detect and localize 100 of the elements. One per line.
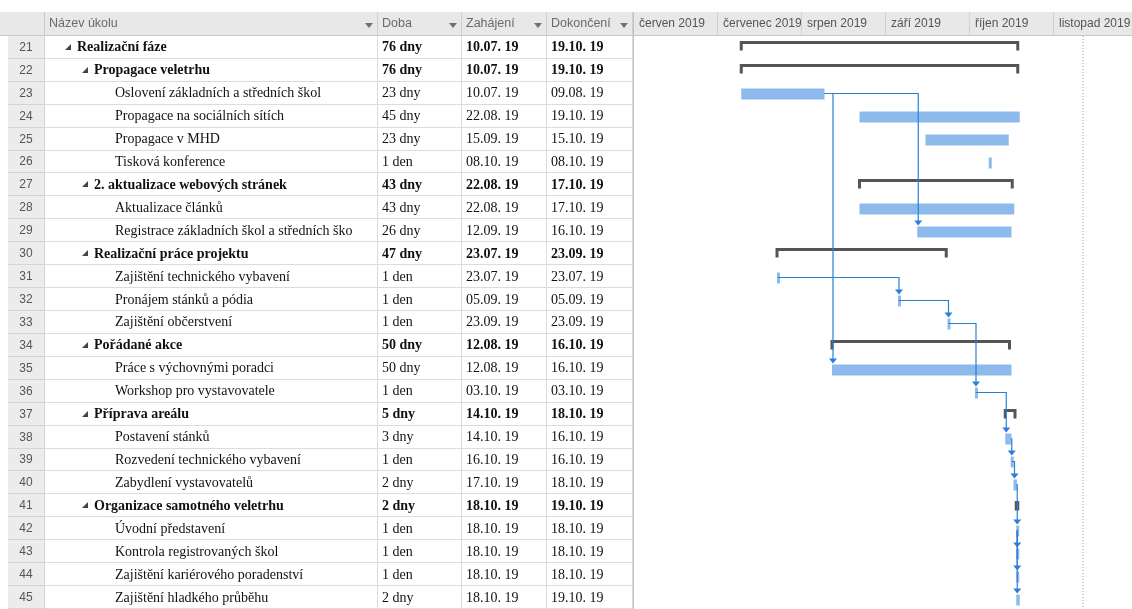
row-number[interactable]: 34 (8, 333, 45, 357)
row-number[interactable]: 28 (8, 196, 45, 220)
row-number[interactable]: 39 (8, 448, 45, 472)
row-number[interactable]: 37 (8, 402, 45, 426)
dependency-arrow (1013, 483, 1022, 525)
task-bar[interactable] (1005, 433, 1012, 445)
task-name: Zajištění kariérového poradenství (115, 565, 304, 584)
task-bar[interactable] (988, 157, 992, 169)
task-bar[interactable] (975, 387, 978, 399)
row-number[interactable]: 36 (8, 379, 45, 403)
duration-cell: 76 dny (378, 58, 462, 82)
task-bar[interactable] (947, 318, 951, 330)
task-name: Propagace v MHD (115, 130, 220, 149)
month-header: listopad 2019 (1054, 12, 1132, 35)
task-bar[interactable] (1016, 525, 1020, 537)
row-number[interactable]: 27 (8, 173, 45, 197)
row-number[interactable]: 26 (8, 150, 45, 174)
start-date-cell: 03.10. 19 (462, 379, 547, 403)
duration-cell: 1 den (378, 448, 462, 472)
duration-cell: 5 dny (378, 402, 462, 426)
start-date-cell: 10.07. 19 (462, 81, 547, 105)
collapse-triangle-icon[interactable] (82, 410, 88, 417)
dependency-arrow (947, 322, 980, 387)
duration-cell: 2 dny (378, 494, 462, 518)
task-name: Propagace veletrhu (94, 61, 210, 80)
task-bar[interactable] (1016, 548, 1020, 560)
start-date-cell: 08.10. 19 (462, 150, 547, 174)
column-header[interactable]: Zahájení (462, 12, 547, 35)
row-number[interactable]: 25 (8, 127, 45, 151)
start-date-cell: 17.10. 19 (462, 471, 547, 495)
task-name: Zajištění hladkého průběhu (115, 588, 269, 607)
task-bar[interactable] (1010, 456, 1014, 468)
row-number[interactable]: 40 (8, 471, 45, 495)
collapse-triangle-icon[interactable] (82, 250, 88, 257)
collapse-triangle-icon[interactable] (82, 181, 88, 188)
task-name: Tisková konference (115, 153, 226, 171)
column-header[interactable]: Název úkolu (45, 12, 378, 35)
row-number[interactable]: 41 (8, 494, 45, 518)
task-bar[interactable] (898, 295, 901, 307)
row-number[interactable]: 22 (8, 58, 45, 82)
row-number[interactable]: 45 (8, 586, 45, 609)
start-date-cell: 23.09. 19 (462, 311, 547, 334)
row-number[interactable]: 24 (8, 104, 45, 128)
task-name: Realizační fáze (77, 38, 167, 57)
start-date-cell: 16.10. 19 (462, 448, 547, 472)
row-number[interactable]: 44 (8, 563, 45, 587)
collapse-triangle-icon[interactable] (82, 66, 88, 73)
collapse-triangle-icon[interactable] (65, 43, 71, 50)
dependency-arrow (1007, 437, 1016, 456)
row-number[interactable]: 21 (8, 35, 45, 59)
duration-cell: 3 dny (378, 425, 462, 449)
task-name: Zajištění technického vybavení (115, 267, 290, 286)
dependency-arrow (898, 299, 953, 318)
dependency-arrow (1010, 460, 1019, 479)
row-number[interactable]: 30 (8, 242, 45, 266)
duration-cell: 50 dny (378, 333, 462, 357)
task-name: Postavení stánků (115, 428, 210, 447)
task-bar[interactable] (1016, 571, 1020, 583)
dropdown-arrow-icon[interactable] (620, 22, 628, 28)
collapse-triangle-icon[interactable] (82, 502, 88, 509)
task-name: Propagace na sociálních sítích (115, 107, 285, 126)
row-number[interactable]: 38 (8, 425, 45, 449)
start-date-cell: 18.10. 19 (462, 517, 547, 541)
start-date-cell: 12.08. 19 (462, 356, 547, 380)
start-date-cell: 05.09. 19 (462, 288, 547, 311)
start-date-cell: 10.07. 19 (462, 58, 547, 82)
dependency-arrow (975, 391, 1011, 433)
row-number[interactable]: 32 (8, 288, 45, 311)
task-name: Rozvedení technického vybavení (115, 450, 301, 469)
duration-cell: 2 dny (378, 471, 462, 495)
task-name: 2. aktualizace webových stránek (94, 175, 287, 194)
dropdown-arrow-icon[interactable] (449, 22, 457, 28)
row-number[interactable]: 23 (8, 81, 45, 105)
duration-cell: 1 den (378, 540, 462, 564)
dropdown-arrow-icon[interactable] (534, 22, 542, 28)
summary-bracket (1003, 408, 1017, 419)
task-name: Pronájem stánků a pódia (115, 290, 254, 309)
row-number[interactable]: 43 (8, 540, 45, 564)
start-date-cell: 18.10. 19 (462, 540, 547, 564)
start-date-cell: 14.10. 19 (462, 425, 547, 449)
duration-cell: 23 dny (378, 81, 462, 105)
duration-cell: 50 dny (378, 356, 462, 380)
task-bar[interactable] (1013, 479, 1017, 491)
duration-cell: 1 den (378, 379, 462, 403)
task-name: Kontrola registrovaných škol (115, 542, 279, 561)
start-date-cell: 12.08. 19 (462, 333, 547, 357)
column-header[interactable]: Doba (378, 12, 462, 35)
duration-cell: 45 dny (378, 104, 462, 128)
row-number[interactable]: 31 (8, 265, 45, 289)
task-bar[interactable] (777, 272, 780, 284)
row-number[interactable]: 35 (8, 356, 45, 380)
collapse-triangle-icon[interactable] (82, 341, 88, 348)
row-number[interactable]: 42 (8, 517, 45, 541)
dropdown-arrow-icon[interactable] (365, 22, 373, 28)
row-number[interactable]: 33 (8, 311, 45, 334)
duration-cell: 1 den (378, 517, 462, 541)
start-date-cell: 22.08. 19 (462, 173, 547, 197)
task-name: Úvodní představení (115, 519, 226, 538)
row-number[interactable]: 29 (8, 219, 45, 243)
start-date-cell: 22.08. 19 (462, 196, 547, 220)
